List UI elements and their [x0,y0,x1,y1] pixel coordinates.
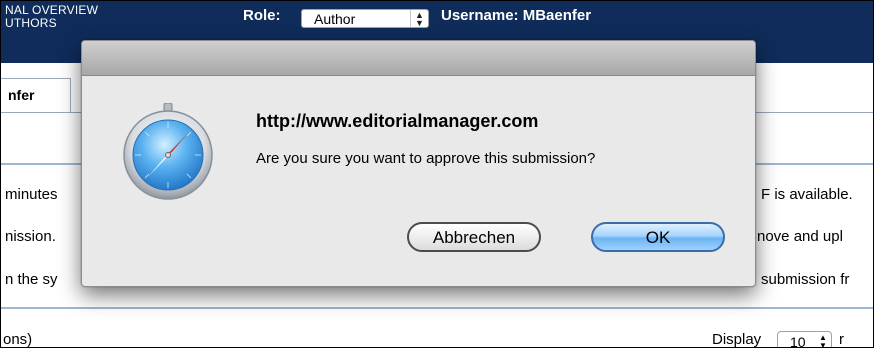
display-count-select[interactable]: 10 ▲ ▼ [777,331,832,348]
display-label: Display [712,331,762,348]
ok-button[interactable]: OK [591,222,725,252]
safari-compass-icon [118,102,218,203]
footer-left-text: ons) [3,331,33,348]
notice-row-2-left: nission. [5,228,56,245]
notice-row-1-left: minutes [5,186,58,203]
select-arrows-icon: ▲ ▼ [410,10,428,28]
authors-text[interactable]: UTHORS [5,16,57,30]
notice-row-2-right: nove and upl [757,228,843,245]
tab-user[interactable]: nfer [1,78,71,113]
dialog-message: Are you sure you want to approve this su… [256,150,596,167]
cancel-button[interactable]: Abbrechen [407,222,541,252]
role-select-value: Author [314,11,356,27]
notice-row-3-right: submission fr [761,271,850,288]
confirm-dialog: http://www.editorialmanager.com Are you … [81,40,756,287]
notice-row-3-left: n the sy [5,271,58,288]
display-tail-text: r [839,331,844,348]
notice-row-1-right: F is available. [761,186,853,203]
tab-user-label: nfer [8,87,35,103]
role-label: Role: [243,7,281,24]
browser-page: NAL OVERVIEW UTHORS Role: Author ▲ ▼ User… [0,0,874,348]
dialog-titlebar[interactable] [82,41,755,76]
display-count-value: 10 [790,334,806,348]
dialog-heading: http://www.editorialmanager.com [256,111,539,131]
username-text: Username: MBaenfer [441,7,592,24]
section-rule-bottom [1,307,873,309]
role-select[interactable]: Author ▲ ▼ [301,9,429,28]
select-arrows-icon: ▲ ▼ [819,333,827,348]
journal-overview-text[interactable]: NAL OVERVIEW [5,3,98,17]
